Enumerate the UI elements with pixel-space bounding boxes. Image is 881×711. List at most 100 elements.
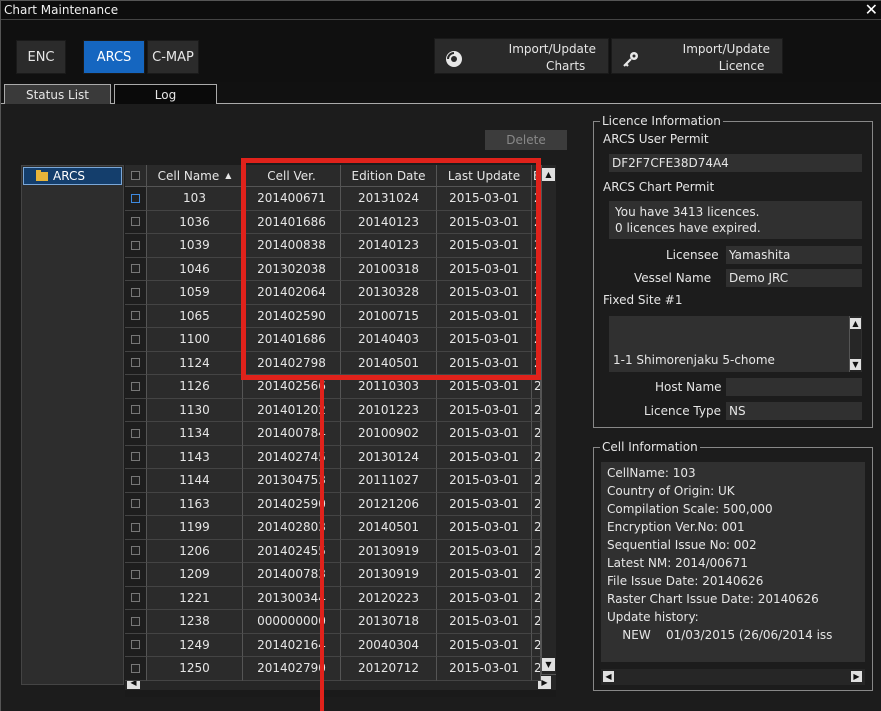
table-cell-ex[interactable]: 2(: [532, 210, 541, 234]
column-header-ex[interactable]: Ex: [532, 165, 541, 187]
scroll-down-icon[interactable]: ▼: [542, 658, 555, 671]
import-update-licence-button[interactable]: Import/Update Licence: [611, 38, 783, 74]
table-cell-ver[interactable]: 201401202: [243, 398, 341, 422]
scroll-right-icon[interactable]: ▶: [851, 671, 862, 682]
row-checkbox[interactable]: [125, 304, 147, 328]
table-cell-name[interactable]: 1249: [147, 633, 243, 657]
close-icon[interactable]: ✕: [865, 0, 878, 19]
table-cell-ed[interactable]: 20130919: [341, 539, 437, 563]
table-cell-lu[interactable]: 2015-03-01: [437, 516, 532, 540]
table-cell-ed[interactable]: 20130328: [341, 281, 437, 305]
fixed-site-scrollbar[interactable]: ▲ ▼: [849, 316, 861, 372]
scroll-up-icon[interactable]: ▲: [542, 168, 555, 181]
table-cell-ed[interactable]: 20130124: [341, 445, 437, 469]
table-cell-ed[interactable]: 20140123: [341, 210, 437, 234]
table-cell-ver[interactable]: 201402590: [243, 492, 341, 516]
column-header-edition-date[interactable]: Edition Date: [341, 165, 437, 187]
tab-log[interactable]: Log: [114, 84, 217, 104]
table-cell-ver[interactable]: 201400783: [243, 563, 341, 587]
table-cell-lu[interactable]: 2015-03-01: [437, 210, 532, 234]
table-cell-ex[interactable]: 2(: [532, 563, 541, 587]
table-cell-lu[interactable]: 2015-03-01: [437, 422, 532, 446]
enc-button[interactable]: ENC: [16, 40, 66, 74]
table-cell-ex[interactable]: 2(: [532, 469, 541, 493]
table-cell-ver[interactable]: 201400838: [243, 234, 341, 258]
row-checkbox[interactable]: [125, 210, 147, 234]
row-checkbox[interactable]: [125, 633, 147, 657]
table-cell-name[interactable]: 1134: [147, 422, 243, 446]
table-cell-ex[interactable]: 2(: [532, 610, 541, 634]
table-cell-ver[interactable]: 201302038: [243, 257, 341, 281]
table-cell-ex[interactable]: 2(: [532, 657, 541, 681]
table-cell-ed[interactable]: 20101223: [341, 398, 437, 422]
tree-item-arcs[interactable]: ARCS: [23, 167, 122, 185]
table-cell-name[interactable]: 1046: [147, 257, 243, 281]
table-cell-lu[interactable]: 2015-03-01: [437, 469, 532, 493]
table-vertical-scrollbar[interactable]: ▲ ▼: [541, 165, 556, 674]
row-checkbox[interactable]: [125, 586, 147, 610]
row-checkbox[interactable]: [125, 469, 147, 493]
table-cell-ex[interactable]: 2(: [532, 539, 541, 563]
table-cell-lu[interactable]: 2015-03-01: [437, 187, 532, 211]
table-cell-name[interactable]: 1250: [147, 657, 243, 681]
table-cell-ver[interactable]: 201402745: [243, 445, 341, 469]
table-cell-ex[interactable]: 2(: [532, 304, 541, 328]
table-cell-ver[interactable]: 201300344: [243, 586, 341, 610]
table-cell-name[interactable]: 1163: [147, 492, 243, 516]
table-cell-ed[interactable]: 20111027: [341, 469, 437, 493]
table-cell-ex[interactable]: 2(: [532, 351, 541, 375]
table-cell-ex[interactable]: 2(: [532, 328, 541, 352]
table-cell-ex[interactable]: 2(: [532, 445, 541, 469]
table-cell-ver[interactable]: 201402566: [243, 375, 341, 399]
table-cell-lu[interactable]: 2015-03-01: [437, 281, 532, 305]
row-checkbox[interactable]: [125, 281, 147, 305]
table-cell-ver[interactable]: 201402590: [243, 304, 341, 328]
table-cell-ed[interactable]: 20130919: [341, 563, 437, 587]
table-cell-name[interactable]: 1036: [147, 210, 243, 234]
table-cell-ed[interactable]: 20140403: [341, 328, 437, 352]
table-cell-name[interactable]: 1100: [147, 328, 243, 352]
table-cell-ex[interactable]: 2(: [532, 257, 541, 281]
table-cell-name[interactable]: 1130: [147, 398, 243, 422]
table-cell-ed[interactable]: 20121206: [341, 492, 437, 516]
row-checkbox[interactable]: [125, 445, 147, 469]
table-cell-name[interactable]: 1126: [147, 375, 243, 399]
arcs-button[interactable]: ARCS: [83, 40, 145, 74]
table-cell-lu[interactable]: 2015-03-01: [437, 539, 532, 563]
table-cell-ex[interactable]: 2(: [532, 586, 541, 610]
row-checkbox[interactable]: [125, 187, 147, 211]
row-checkbox[interactable]: [125, 563, 147, 587]
import-update-charts-button[interactable]: Import/Update Charts: [434, 38, 609, 74]
table-cell-ed[interactable]: 20131024: [341, 187, 437, 211]
table-cell-ver[interactable]: 201401686: [243, 210, 341, 234]
table-cell-ex[interactable]: 2(: [532, 234, 541, 258]
table-cell-ed[interactable]: 20040304: [341, 633, 437, 657]
table-cell-ver[interactable]: 201402803: [243, 516, 341, 540]
tab-status-list[interactable]: Status List: [4, 84, 111, 104]
cell-info-horizontal-scrollbar[interactable]: ◀ ▶: [601, 669, 865, 685]
table-cell-name[interactable]: 1143: [147, 445, 243, 469]
table-cell-ver[interactable]: 201402455: [243, 539, 341, 563]
row-checkbox[interactable]: [125, 257, 147, 281]
table-cell-ex[interactable]: 2(: [532, 422, 541, 446]
table-cell-name[interactable]: 1065: [147, 304, 243, 328]
column-header-last-update[interactable]: Last Update: [437, 165, 532, 187]
table-cell-ed[interactable]: 20120712: [341, 657, 437, 681]
table-cell-name[interactable]: 1209: [147, 563, 243, 587]
table-cell-ed[interactable]: 20120223: [341, 586, 437, 610]
table-cell-ver[interactable]: 201402798: [243, 351, 341, 375]
table-cell-ed[interactable]: 20100318: [341, 257, 437, 281]
row-checkbox[interactable]: [125, 422, 147, 446]
table-cell-ver[interactable]: 201402164: [243, 633, 341, 657]
table-cell-name[interactable]: 1206: [147, 539, 243, 563]
table-cell-lu[interactable]: 2015-03-01: [437, 304, 532, 328]
table-cell-lu[interactable]: 2015-03-01: [437, 375, 532, 399]
row-checkbox[interactable]: [125, 610, 147, 634]
table-cell-ed[interactable]: 20110303: [341, 375, 437, 399]
table-cell-ex[interactable]: 2(: [532, 516, 541, 540]
table-cell-name[interactable]: 1144: [147, 469, 243, 493]
table-cell-lu[interactable]: 2015-03-01: [437, 445, 532, 469]
column-header-cell-name[interactable]: Cell Name ▲: [147, 165, 243, 187]
table-cell-name[interactable]: 1238: [147, 610, 243, 634]
table-cell-lu[interactable]: 2015-03-01: [437, 234, 532, 258]
